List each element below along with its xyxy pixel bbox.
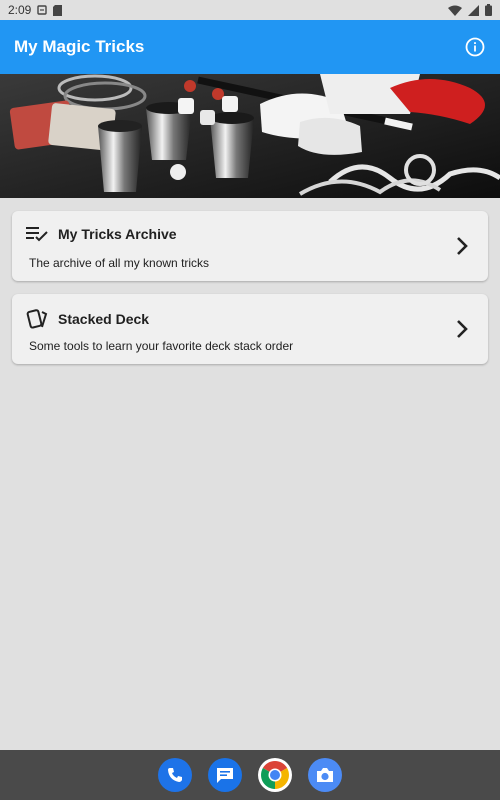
checklist-icon <box>26 227 48 242</box>
magic-props-image <box>0 74 500 198</box>
status-bar: 2:09 <box>0 0 500 20</box>
card-tricks-archive[interactable]: My Tricks Archive The archive of all my … <box>12 211 488 281</box>
info-icon <box>465 37 485 57</box>
chevron-right-icon <box>457 237 468 255</box>
sd-card-icon <box>53 4 63 16</box>
card-header: Stacked Deck <box>26 308 149 330</box>
card-header: My Tricks Archive <box>26 225 177 243</box>
chrome-icon <box>261 761 289 789</box>
card-stacked-deck[interactable]: Stacked Deck Some tools to learn your fa… <box>12 294 488 364</box>
messages-icon <box>217 768 233 783</box>
card-subtitle: Some tools to learn your favorite deck s… <box>29 339 294 353</box>
dock-bar <box>0 750 500 800</box>
card-title: Stacked Deck <box>58 311 150 327</box>
info-button[interactable] <box>464 36 486 58</box>
notification-icon <box>37 5 48 15</box>
card-title: My Tricks Archive <box>58 226 177 242</box>
camera-app-button[interactable] <box>308 758 342 792</box>
camera-icon <box>317 768 333 782</box>
card-subtitle: The archive of all my known tricks <box>29 256 210 270</box>
signal-icon <box>468 4 479 16</box>
cards-icon <box>26 309 48 329</box>
app-bar: My Magic Tricks <box>0 20 500 74</box>
messages-app-button[interactable] <box>208 758 242 792</box>
chevron-right-icon <box>457 320 468 338</box>
phone-icon <box>168 768 182 782</box>
status-time: 2:09 <box>8 3 32 17</box>
chrome-app-button[interactable] <box>258 758 292 792</box>
battery-icon <box>485 4 492 16</box>
wifi-icon <box>448 5 462 16</box>
app-title: My Magic Tricks <box>14 37 145 56</box>
phone-app-button[interactable] <box>158 758 192 792</box>
hero-image <box>0 74 500 198</box>
